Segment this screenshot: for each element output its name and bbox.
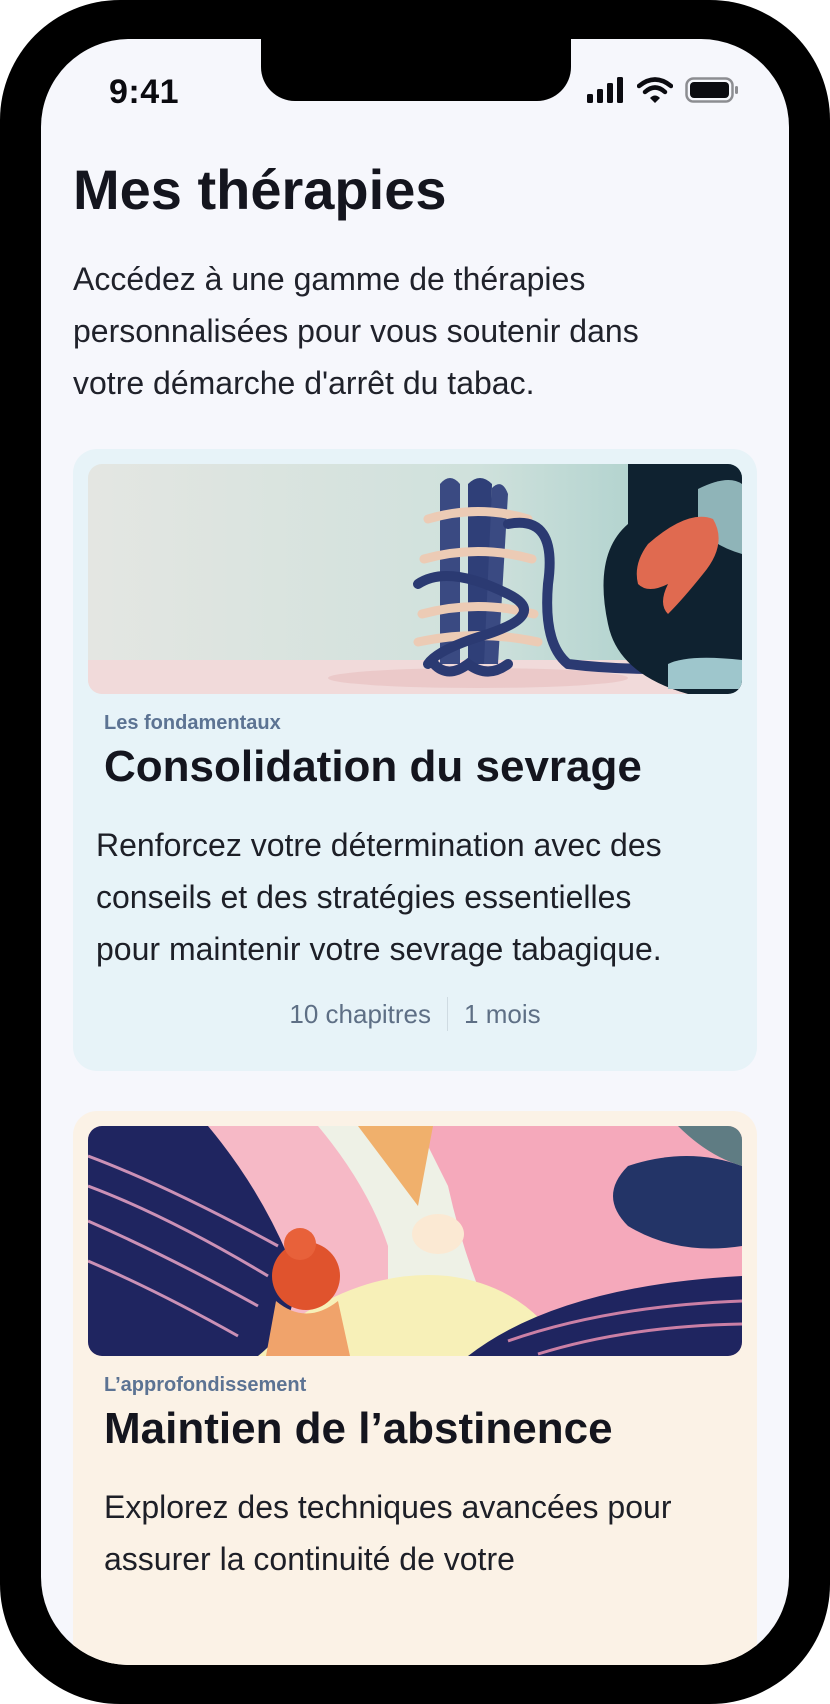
meta-divider bbox=[447, 997, 449, 1031]
duration: 1 mois bbox=[464, 998, 541, 1029]
chapters-count: 10 chapitres bbox=[289, 998, 432, 1029]
page-description: Accédez à une gamme de thérapies personn… bbox=[73, 261, 639, 401]
wifi-icon bbox=[637, 77, 673, 103]
card-illustration bbox=[88, 464, 742, 694]
card-category: Les fondamentaux bbox=[104, 712, 281, 734]
phone-frame: 9:41 Mes thérapies Accédez à une gamme d bbox=[0, 0, 830, 1704]
status-icons bbox=[587, 77, 739, 103]
notch bbox=[261, 39, 571, 101]
screen: 9:41 Mes thérapies Accédez à une gamme d bbox=[41, 39, 789, 1665]
therapy-card-consolidation[interactable]: Les fondamentaux Consolidation du sevrag… bbox=[73, 449, 757, 1071]
battery-icon bbox=[685, 77, 738, 103]
card-description: Renforcez votre détermination avec des c… bbox=[96, 827, 662, 967]
card-title: Consolidation du sevrage bbox=[104, 742, 642, 791]
tied-hands-illustration bbox=[88, 464, 742, 694]
page-title: Mes thérapies bbox=[73, 158, 447, 221]
content: Mes thérapies Accédez à une gamme de thé… bbox=[73, 157, 757, 1665]
status-time: 9:41 bbox=[109, 73, 180, 111]
therapy-card-abstinence[interactable]: L’approfondissement Maintien de l’abstin… bbox=[73, 1111, 757, 1665]
landscape-illustration bbox=[88, 1126, 742, 1356]
card-title: Maintien de l’abstinence bbox=[104, 1404, 613, 1453]
card-description: Explorez des techniques avancées pour as… bbox=[104, 1489, 672, 1577]
card-category: L’approfondissement bbox=[104, 1374, 307, 1396]
card-meta: 10 chapitres 1 mois bbox=[88, 997, 742, 1031]
signal-icon bbox=[587, 77, 623, 103]
card-illustration bbox=[88, 1126, 742, 1356]
